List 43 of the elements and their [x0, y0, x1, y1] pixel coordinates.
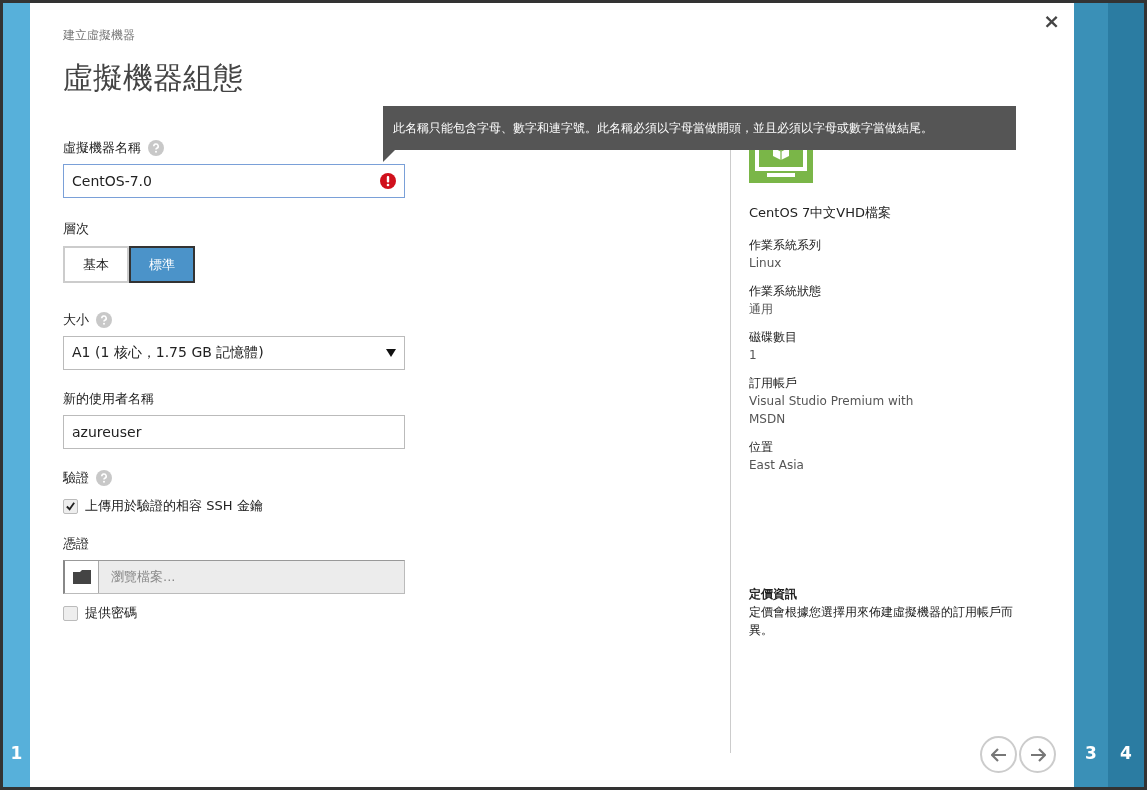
detail-value: 1	[749, 347, 758, 364]
detail-value: East Asia	[749, 457, 805, 474]
field-label: 層次	[63, 220, 89, 238]
image-description: CentOS 7中文VHD檔案	[749, 204, 892, 222]
folder-icon[interactable]	[65, 561, 99, 593]
detail-label: 作業系統狀態	[749, 283, 822, 300]
step-number[interactable]: 4	[1120, 743, 1132, 763]
field-label: 驗證	[63, 469, 89, 487]
tier-option[interactable]: 基本	[63, 246, 129, 283]
field-label: 憑證	[63, 535, 89, 553]
pricing-title: 定價資訊	[749, 586, 798, 603]
name-input-field[interactable]: CentOS-7.0	[63, 164, 405, 198]
field-label: 大小	[63, 311, 89, 329]
step-number[interactable]: 3	[1085, 743, 1097, 763]
size-dropdown[interactable]: A1 (1 核心，1.75 GB 記憶體)	[63, 336, 405, 370]
field-label: 虛擬機器名稱	[63, 139, 141, 157]
close-button[interactable]: ×	[1043, 11, 1060, 31]
pricing-text: 定價會根據您選擇用來佈建虛擬機器的訂用帳戶而異。	[749, 604, 1014, 639]
dropdown-value: A1 (1 核心，1.75 GB 記憶體)	[72, 344, 264, 362]
checkbox-label: 提供密碼	[85, 604, 137, 622]
detail-label: 位置	[749, 439, 774, 456]
left-arrow-icon	[990, 747, 1007, 762]
input-value: azureuser	[72, 424, 142, 440]
dropdown-caret-icon	[386, 349, 396, 357]
back-button[interactable]	[980, 736, 1017, 773]
username-input-field[interactable]: azureuser	[63, 415, 405, 449]
checkbox[interactable]	[63, 605, 78, 621]
checkbox[interactable]	[63, 498, 78, 514]
detail-label: 訂用帳戶	[749, 375, 798, 392]
detail-value: 通用	[749, 301, 774, 318]
breadcrumb: 建立虛擬機器	[63, 27, 136, 44]
field-label: 新的使用者名稱	[63, 390, 154, 408]
page-title: 虛擬機器組態	[63, 59, 244, 97]
detail-value: Linux	[749, 255, 783, 272]
checkbox-label: 上傳用於驗證的相容 SSH 金鑰	[85, 497, 263, 515]
right-arrow-icon	[1029, 747, 1046, 762]
input-value: CentOS-7.0	[72, 173, 152, 189]
detail-label: 作業系統系列	[749, 237, 822, 254]
detail-label: 磁碟數目	[749, 329, 798, 346]
detail-value: Visual Studio Premium with MSDN	[749, 393, 915, 428]
next-button[interactable]	[1019, 736, 1056, 773]
file-placeholder: 瀏覽檔案...	[110, 568, 176, 586]
tooltip-text: 此名稱只能包含字母、數字和連字號。此名稱必須以字母當做開頭，並且必須以字母或數字當做結尾。	[393, 120, 933, 136]
